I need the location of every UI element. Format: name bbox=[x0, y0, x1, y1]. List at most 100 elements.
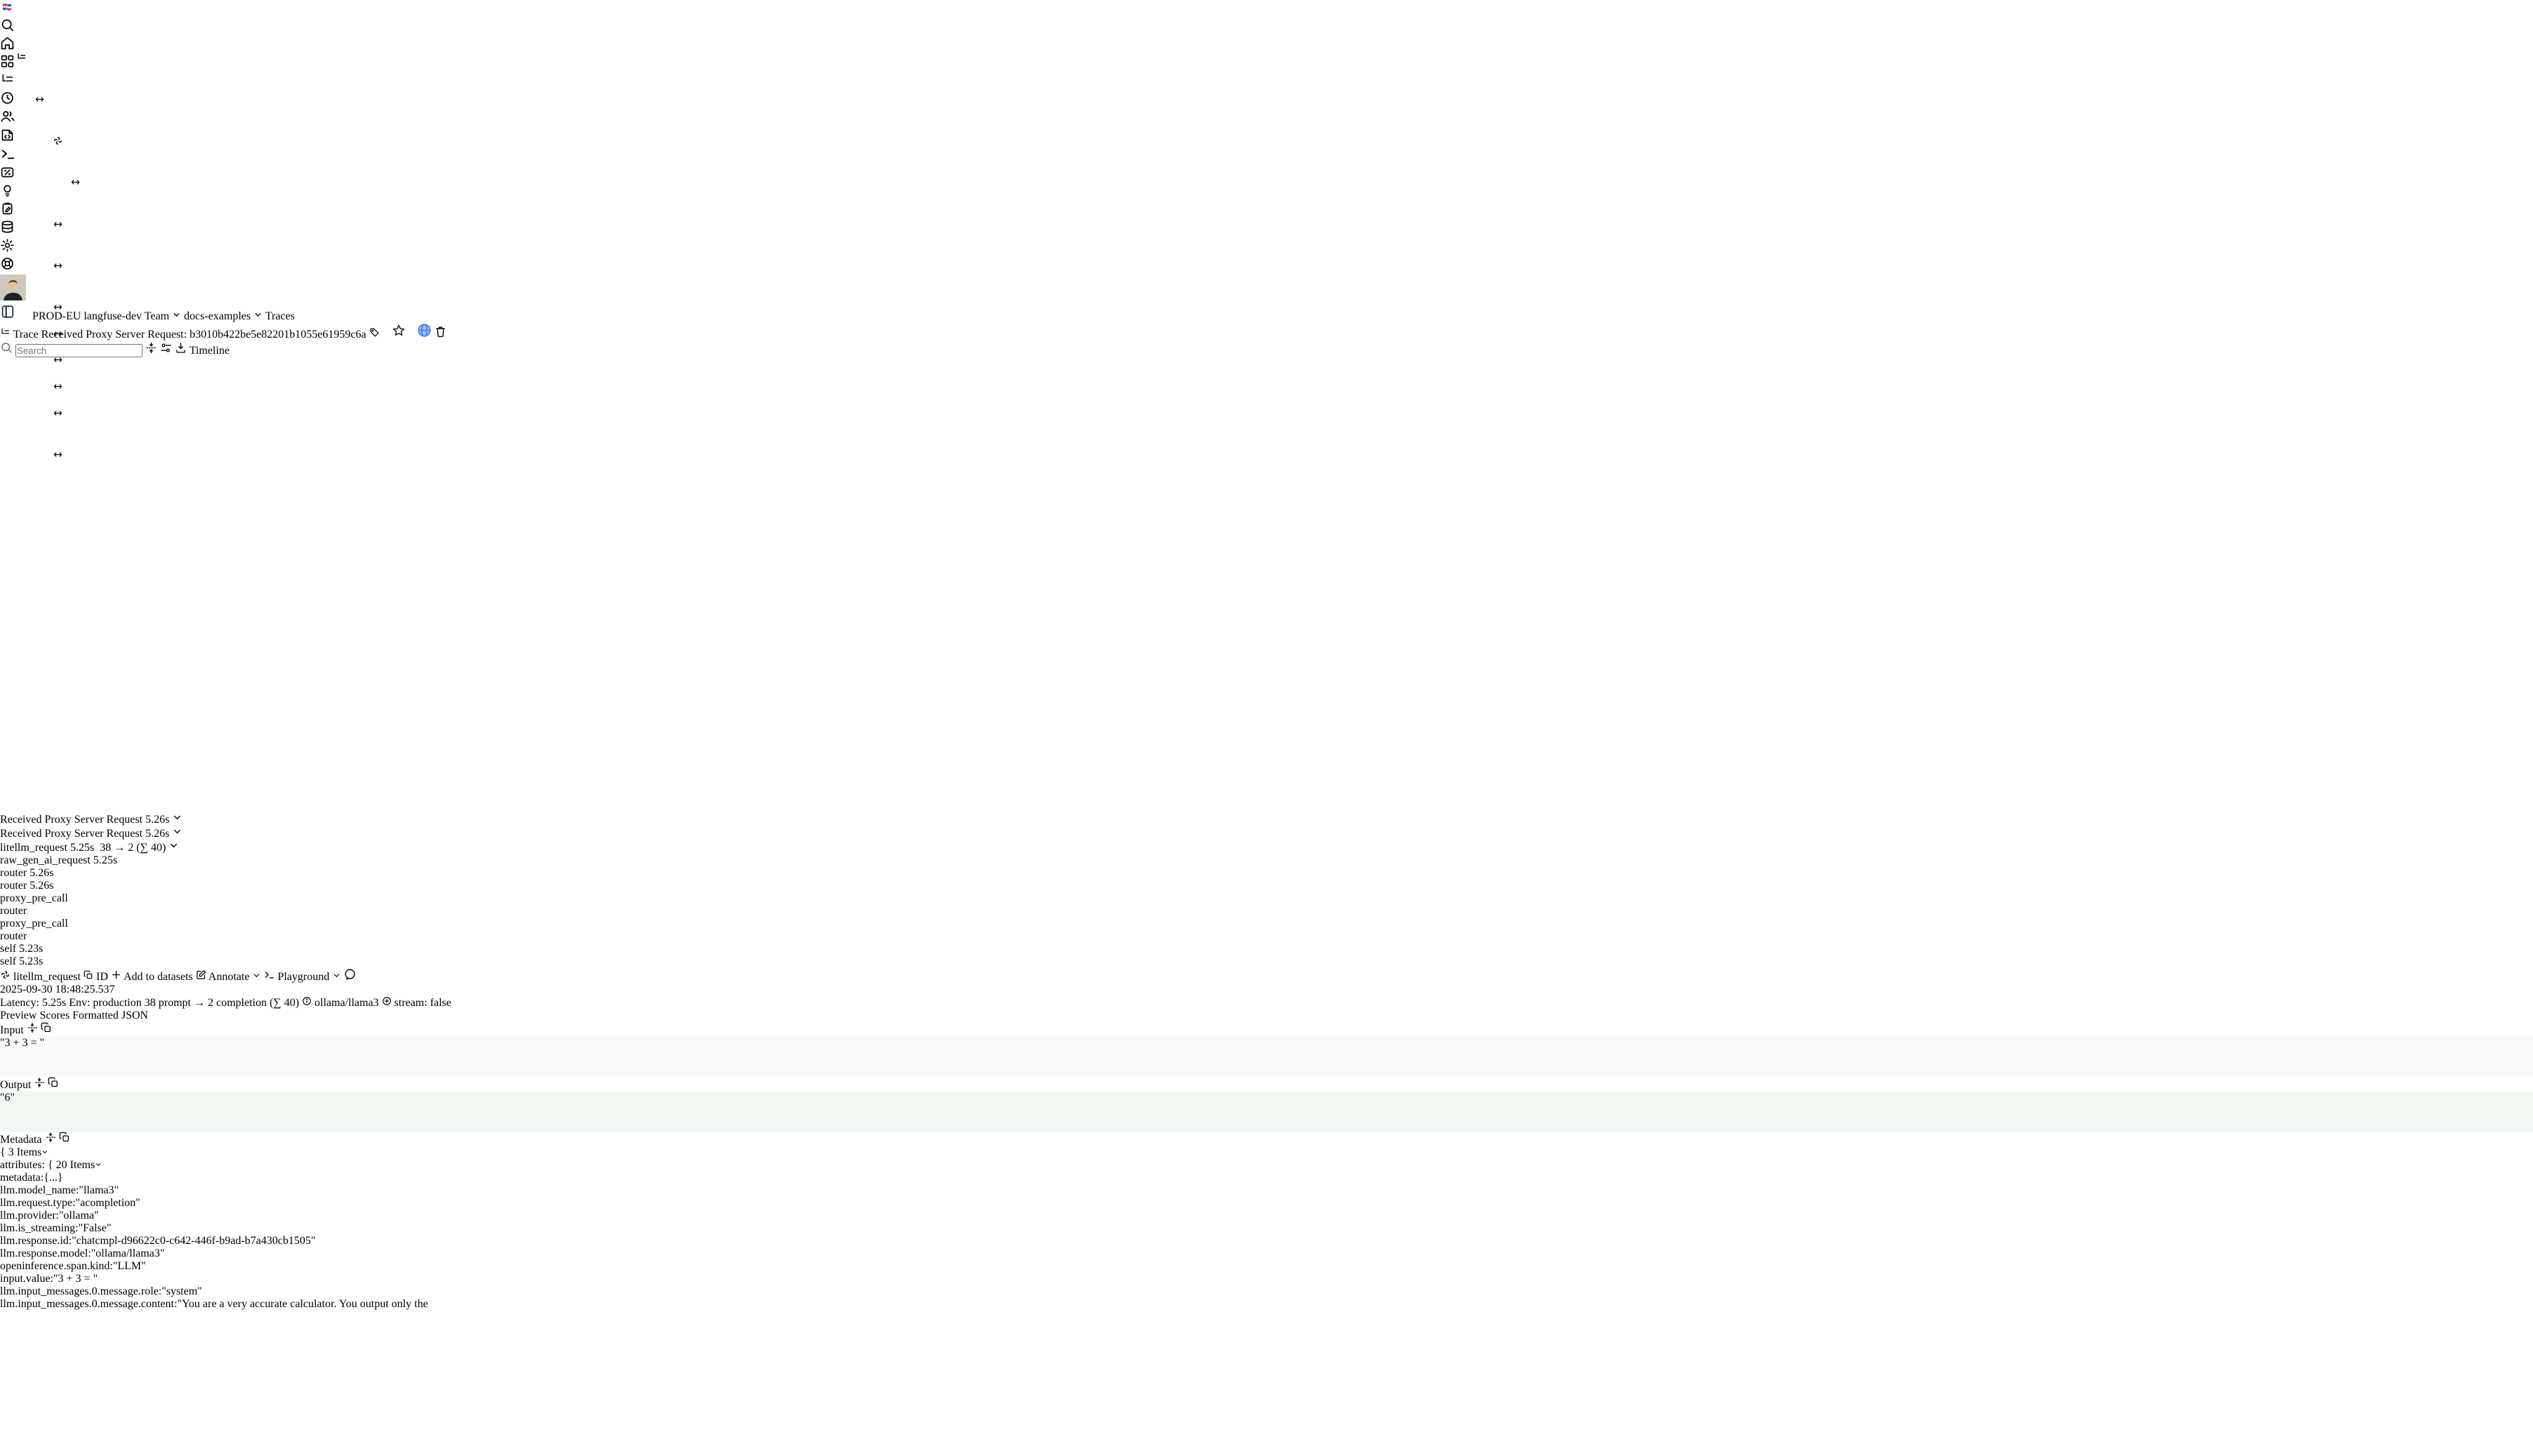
tree-row-span[interactable]: router 5.26s bbox=[0, 867, 2533, 880]
collapse-section-icon[interactable] bbox=[27, 1024, 41, 1036]
tree-row-span[interactable]: router 5.26s bbox=[0, 880, 2533, 892]
tab-preview[interactable]: Preview bbox=[0, 1010, 37, 1021]
support-lifebuoy-icon[interactable] bbox=[0, 256, 2533, 274]
json-line[interactable]: llm.model_name:"llama3" bbox=[0, 1184, 2533, 1197]
token-usage-badge[interactable]: 38 prompt → 2 completion (∑ 40) bbox=[145, 997, 315, 1009]
org-chevron-down-icon[interactable] bbox=[172, 310, 184, 322]
langfuse-logo bbox=[0, 0, 2533, 18]
json-line[interactable]: llm.is_streaming:"False" bbox=[0, 1222, 2533, 1235]
collapse-all-icon[interactable] bbox=[145, 345, 160, 357]
delete-trace-button[interactable] bbox=[435, 329, 447, 340]
json-line[interactable]: llm.input_messages.0.message.content:"Yo… bbox=[0, 1298, 2533, 1311]
tree-row-span[interactable]: router bbox=[0, 930, 2533, 943]
comments-button[interactable] bbox=[344, 971, 356, 983]
trace-type-chip: Trace bbox=[0, 329, 41, 340]
chevron-down-icon[interactable] bbox=[168, 842, 179, 854]
prompts-icon[interactable] bbox=[0, 128, 2533, 146]
trace-title: Received Proxy Server Request: b3010b422… bbox=[41, 329, 366, 340]
json-option-selected[interactable]: JSON bbox=[121, 1010, 148, 1021]
user-avatar[interactable] bbox=[0, 274, 2533, 304]
plus-icon bbox=[111, 971, 124, 983]
tab-scores[interactable]: Scores bbox=[39, 1010, 70, 1021]
settings-gear-icon[interactable] bbox=[0, 238, 2533, 256]
json-attributes-line[interactable]: attributes: { 20 Items bbox=[0, 1159, 2533, 1172]
project-name[interactable]: docs-examples bbox=[184, 310, 251, 322]
users-icon[interactable] bbox=[0, 109, 2533, 128]
datasets-database-icon[interactable] bbox=[0, 220, 2533, 238]
copy-id-icon[interactable] bbox=[84, 971, 96, 983]
annotate-dropdown-button[interactable] bbox=[252, 971, 264, 983]
json-line[interactable]: openinference.span.kind:"LLM" bbox=[0, 1260, 2533, 1273]
span-arrows-icon bbox=[53, 449, 63, 463]
chevron-down-icon[interactable] bbox=[172, 828, 183, 840]
collapse-section-icon[interactable] bbox=[45, 1134, 59, 1146]
desktop-background: PROD-EU langfuse-dev Team docs-examples … bbox=[0, 0, 2533, 1311]
public-globe-icon[interactable] bbox=[417, 329, 435, 340]
json-line[interactable]: llm.response.id:"chatcmpl-d96622c0-c642-… bbox=[0, 1235, 2533, 1247]
formatted-option[interactable]: Formatted bbox=[72, 1010, 119, 1021]
breadcrumb-section[interactable]: Traces bbox=[265, 310, 295, 322]
search-icon[interactable] bbox=[0, 18, 2533, 36]
tree-row-span[interactable]: self 5.23s bbox=[0, 943, 2533, 955]
output-section-header: Output bbox=[0, 1077, 2533, 1092]
selected-row-highlight bbox=[0, 357, 2533, 397]
tree-row-span[interactable]: proxy_pre_call bbox=[0, 918, 2533, 930]
tree-row-duration: 5.25s bbox=[93, 854, 117, 866]
tree-settings-sliders-icon[interactable] bbox=[160, 345, 175, 357]
output-value: "6" bbox=[0, 1092, 15, 1104]
latency-badge: Latency: 5.25s bbox=[0, 997, 66, 1009]
output-title: Output bbox=[0, 1079, 31, 1091]
copy-section-icon[interactable] bbox=[41, 1024, 52, 1036]
span-arrows-icon bbox=[70, 177, 81, 191]
sidebar-toggle-icon[interactable] bbox=[0, 310, 18, 322]
stream-badge: stream: false bbox=[395, 997, 451, 1009]
org-name[interactable]: langfuse-dev bbox=[84, 310, 142, 322]
add-to-datasets-button[interactable]: Add to datasets bbox=[111, 971, 196, 983]
scores-icon[interactable] bbox=[0, 165, 2533, 183]
tree-row-tokens: 38 → 2 (∑ 40) bbox=[100, 842, 166, 854]
copy-section-icon[interactable] bbox=[59, 1134, 70, 1146]
annotate-button[interactable]: Annotate bbox=[196, 971, 253, 983]
project-chevron-down-icon[interactable] bbox=[253, 310, 265, 322]
tree-row-generation-selected[interactable]: litellm_request 5.25s 38 → 2 (∑ 40) bbox=[0, 840, 2533, 854]
model-badge[interactable]: ollama/llama3 bbox=[315, 997, 395, 1009]
tracing-icon[interactable] bbox=[0, 72, 2533, 91]
collapse-section-icon[interactable] bbox=[34, 1079, 48, 1091]
json-line[interactable]: llm.provider:"ollama" bbox=[0, 1210, 2533, 1222]
tree-row-duration: 5.23s bbox=[19, 955, 43, 967]
playground-terminal-icon[interactable] bbox=[0, 146, 2533, 165]
json-line[interactable]: llm.request.type:"acompletion" bbox=[0, 1197, 2533, 1210]
home-icon[interactable] bbox=[0, 36, 2533, 54]
input-title: Input bbox=[0, 1024, 24, 1036]
tree-row-label: self bbox=[0, 943, 16, 955]
annotate-button-group: Annotate bbox=[196, 971, 265, 983]
tag-icon[interactable] bbox=[369, 329, 383, 340]
tree-row-label: raw_gen_ai_request bbox=[0, 854, 91, 866]
org-type-badge: Team bbox=[145, 310, 169, 322]
evaluation-bulb-icon[interactable] bbox=[0, 183, 2533, 201]
json-line[interactable]: metadata:{...} bbox=[0, 1172, 2533, 1184]
json-root-line[interactable]: { 3 Items bbox=[0, 1146, 2533, 1159]
json-line[interactable]: llm.input_messages.0.message.role:"syste… bbox=[0, 1285, 2533, 1298]
json-line[interactable]: input.value:"3 + 3 = " bbox=[0, 1273, 2533, 1285]
download-icon[interactable] bbox=[175, 345, 190, 357]
tree-row-root[interactable]: Received Proxy Server Request 5.26s bbox=[0, 812, 2533, 826]
json-line[interactable]: llm.response.model:"ollama/llama3" bbox=[0, 1247, 2533, 1260]
bookmark-star-icon[interactable] bbox=[392, 329, 409, 340]
tree-row-span[interactable]: raw_gen_ai_request 5.25s bbox=[0, 854, 2533, 867]
trace-tree-panel: Timeline Received Proxy Server Request 5… bbox=[0, 341, 2533, 968]
copy-section-icon[interactable] bbox=[48, 1079, 59, 1091]
tree-row-span[interactable]: proxy_pre_call bbox=[0, 892, 2533, 905]
span-arrows-icon bbox=[53, 219, 63, 233]
chevron-down-icon[interactable] bbox=[172, 814, 183, 826]
dashboard-icon[interactable] bbox=[0, 54, 2533, 72]
tree-row-span[interactable]: Received Proxy Server Request 5.26s bbox=[0, 826, 2533, 840]
trace-chip-label: Trace bbox=[13, 329, 39, 340]
tree-row-span[interactable]: router bbox=[0, 905, 2533, 918]
tree-row-span[interactable]: self 5.23s bbox=[0, 955, 2533, 968]
span-arrows-icon bbox=[53, 408, 63, 422]
sessions-clock-icon[interactable] bbox=[0, 91, 2533, 109]
annotation-clipboard-icon[interactable] bbox=[0, 201, 2533, 220]
search-input[interactable] bbox=[15, 344, 143, 357]
playground-button[interactable]: Playground bbox=[264, 971, 344, 983]
